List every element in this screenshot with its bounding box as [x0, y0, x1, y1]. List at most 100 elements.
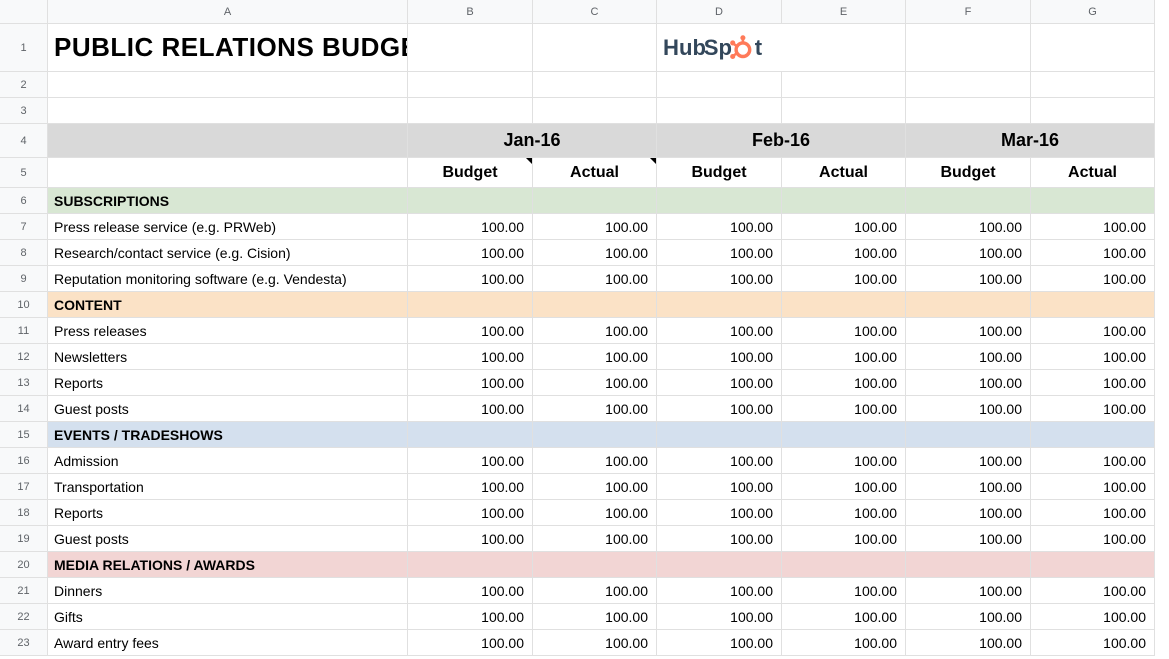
- value-cell[interactable]: 100.00: [782, 500, 906, 526]
- value-cell[interactable]: 100.00: [1031, 240, 1155, 266]
- cell[interactable]: [533, 188, 657, 214]
- value-cell[interactable]: 100.00: [657, 500, 782, 526]
- cell[interactable]: [1031, 292, 1155, 318]
- row-header[interactable]: 22: [0, 604, 48, 630]
- cell[interactable]: [1031, 188, 1155, 214]
- cell[interactable]: [533, 24, 657, 72]
- value-cell[interactable]: 100.00: [408, 344, 533, 370]
- row-header[interactable]: 12: [0, 344, 48, 370]
- value-cell[interactable]: 100.00: [408, 448, 533, 474]
- select-all-corner[interactable]: [0, 0, 48, 24]
- value-cell[interactable]: 100.00: [408, 214, 533, 240]
- value-cell[interactable]: 100.00: [657, 578, 782, 604]
- value-cell[interactable]: 100.00: [782, 344, 906, 370]
- column-header[interactable]: A: [48, 0, 408, 24]
- row-header[interactable]: 20: [0, 552, 48, 578]
- cell[interactable]: [1031, 552, 1155, 578]
- cell[interactable]: [906, 24, 1031, 72]
- cell[interactable]: [782, 188, 906, 214]
- value-cell[interactable]: 100.00: [1031, 630, 1155, 656]
- value-cell[interactable]: 100.00: [408, 604, 533, 630]
- row-header[interactable]: 19: [0, 526, 48, 552]
- cell[interactable]: [48, 98, 408, 124]
- line-item-label[interactable]: Gifts: [48, 604, 408, 630]
- row-header[interactable]: 17: [0, 474, 48, 500]
- value-cell[interactable]: 100.00: [408, 370, 533, 396]
- cell[interactable]: [408, 72, 533, 98]
- line-item-label[interactable]: Transportation: [48, 474, 408, 500]
- value-cell[interactable]: 100.00: [533, 344, 657, 370]
- cell[interactable]: [533, 552, 657, 578]
- cell[interactable]: [408, 422, 533, 448]
- cell[interactable]: [533, 422, 657, 448]
- section-header[interactable]: CONTENT: [48, 292, 408, 318]
- value-cell[interactable]: 100.00: [657, 604, 782, 630]
- line-item-label[interactable]: Newsletters: [48, 344, 408, 370]
- cell[interactable]: [408, 552, 533, 578]
- value-cell[interactable]: 100.00: [1031, 370, 1155, 396]
- row-header[interactable]: 5: [0, 158, 48, 188]
- cell[interactable]: [1031, 422, 1155, 448]
- value-cell[interactable]: 100.00: [1031, 474, 1155, 500]
- value-cell[interactable]: 100.00: [782, 474, 906, 500]
- row-header[interactable]: 6: [0, 188, 48, 214]
- value-cell[interactable]: 100.00: [782, 214, 906, 240]
- value-cell[interactable]: 100.00: [408, 526, 533, 552]
- value-cell[interactable]: 100.00: [906, 214, 1031, 240]
- cell[interactable]: [906, 552, 1031, 578]
- budget-header[interactable]: Budget: [906, 158, 1031, 188]
- value-cell[interactable]: 100.00: [1031, 396, 1155, 422]
- cell[interactable]: [906, 422, 1031, 448]
- value-cell[interactable]: 100.00: [533, 474, 657, 500]
- cell[interactable]: [533, 72, 657, 98]
- month-header[interactable]: Mar-16: [906, 124, 1155, 158]
- value-cell[interactable]: 100.00: [408, 474, 533, 500]
- value-cell[interactable]: 100.00: [408, 240, 533, 266]
- line-item-label[interactable]: Dinners: [48, 578, 408, 604]
- row-header[interactable]: 11: [0, 318, 48, 344]
- row-header[interactable]: 9: [0, 266, 48, 292]
- line-item-label[interactable]: Admission: [48, 448, 408, 474]
- month-header[interactable]: Jan-16: [408, 124, 657, 158]
- row-header[interactable]: 3: [0, 98, 48, 124]
- row-header[interactable]: 13: [0, 370, 48, 396]
- cell[interactable]: [533, 292, 657, 318]
- value-cell[interactable]: 100.00: [906, 318, 1031, 344]
- value-cell[interactable]: 100.00: [533, 578, 657, 604]
- line-item-label[interactable]: Reputation monitoring software (e.g. Ven…: [48, 266, 408, 292]
- value-cell[interactable]: 100.00: [782, 396, 906, 422]
- cell[interactable]: [1031, 24, 1155, 72]
- value-cell[interactable]: 100.00: [533, 500, 657, 526]
- row-header[interactable]: 23: [0, 630, 48, 656]
- value-cell[interactable]: 100.00: [906, 396, 1031, 422]
- line-item-label[interactable]: Guest posts: [48, 396, 408, 422]
- cell[interactable]: [408, 188, 533, 214]
- value-cell[interactable]: 100.00: [533, 630, 657, 656]
- value-cell[interactable]: 100.00: [408, 630, 533, 656]
- row-header[interactable]: 15: [0, 422, 48, 448]
- actual-header[interactable]: Actual: [533, 158, 657, 188]
- cell[interactable]: [782, 292, 906, 318]
- cell[interactable]: [782, 72, 906, 98]
- value-cell[interactable]: 100.00: [906, 604, 1031, 630]
- value-cell[interactable]: 100.00: [782, 630, 906, 656]
- value-cell[interactable]: 100.00: [533, 318, 657, 344]
- value-cell[interactable]: 100.00: [657, 474, 782, 500]
- column-header[interactable]: F: [906, 0, 1031, 24]
- value-cell[interactable]: 100.00: [408, 500, 533, 526]
- value-cell[interactable]: 100.00: [533, 266, 657, 292]
- column-header[interactable]: E: [782, 0, 906, 24]
- page-title[interactable]: PUBLIC RELATIONS BUDGET: [48, 24, 408, 72]
- value-cell[interactable]: 100.00: [1031, 604, 1155, 630]
- value-cell[interactable]: 100.00: [657, 630, 782, 656]
- budget-header[interactable]: Budget: [657, 158, 782, 188]
- line-item-label[interactable]: Reports: [48, 500, 408, 526]
- value-cell[interactable]: 100.00: [906, 448, 1031, 474]
- value-cell[interactable]: 100.00: [657, 266, 782, 292]
- row-header[interactable]: 18: [0, 500, 48, 526]
- cell[interactable]: [1031, 72, 1155, 98]
- value-cell[interactable]: 100.00: [906, 630, 1031, 656]
- value-cell[interactable]: 100.00: [533, 370, 657, 396]
- month-header[interactable]: Feb-16: [657, 124, 906, 158]
- cell[interactable]: [657, 188, 782, 214]
